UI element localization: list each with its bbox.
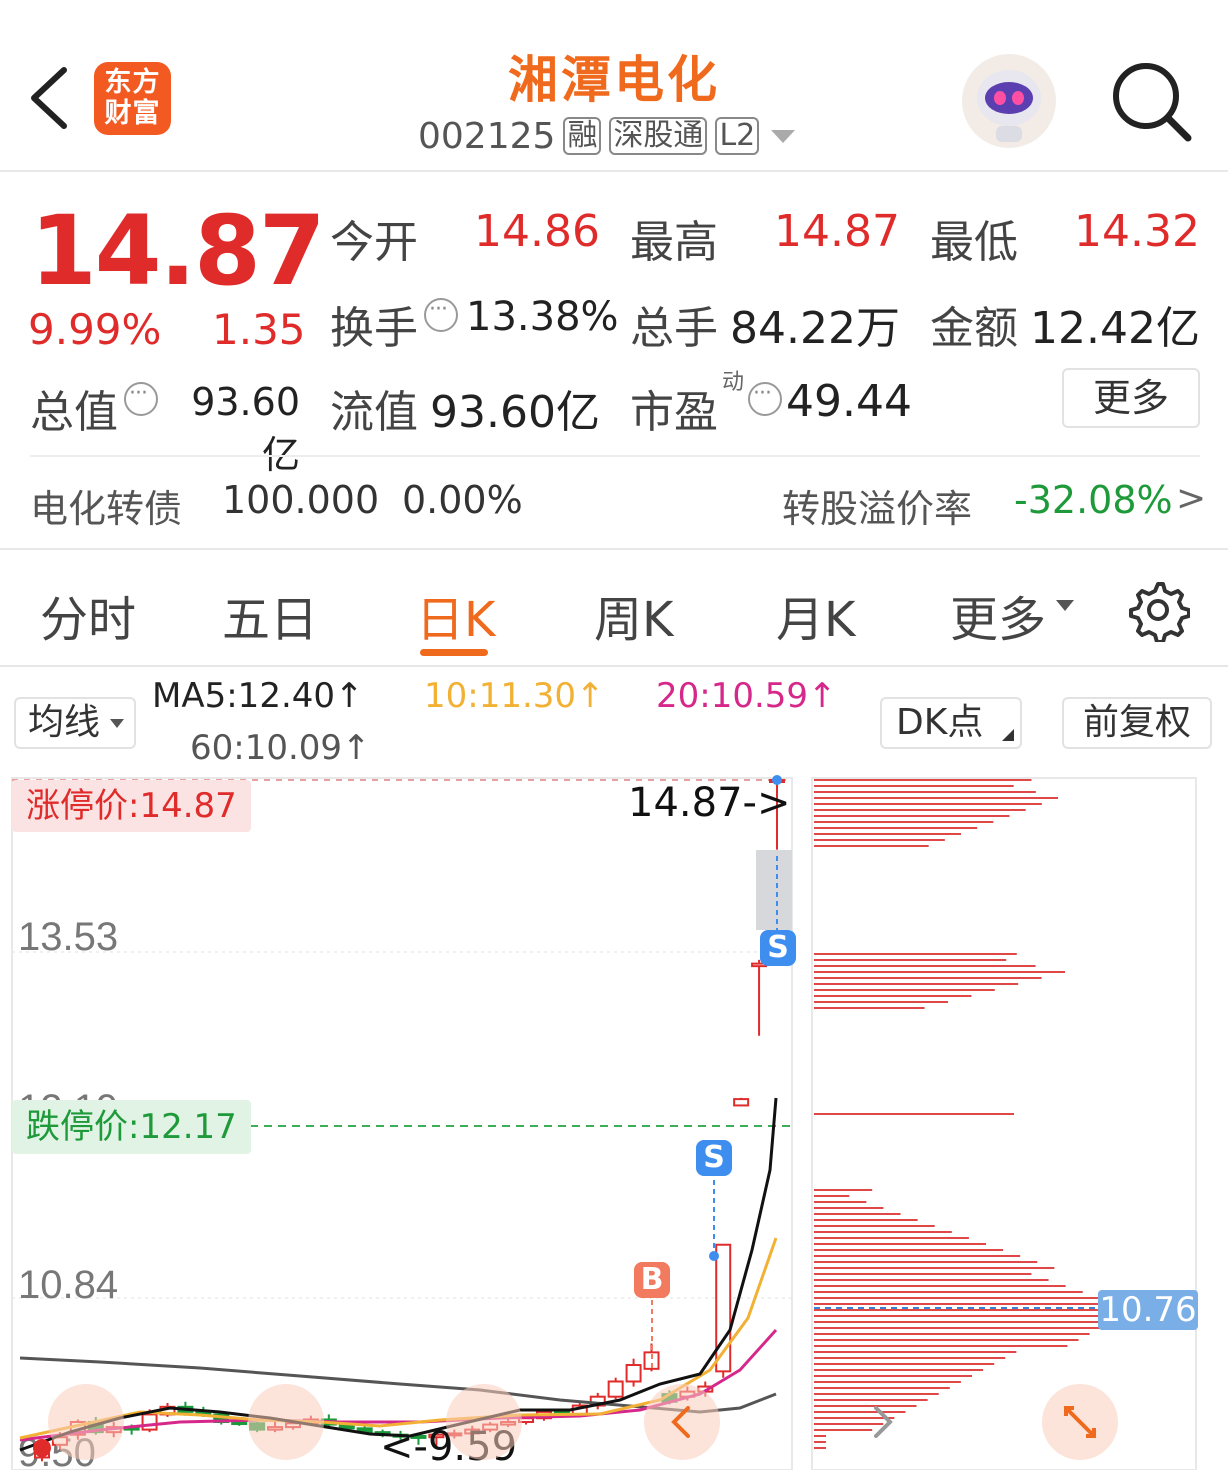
expand-icon [1064, 1406, 1096, 1438]
pe-value: 49.44 [786, 376, 912, 427]
market-cap-label: 总值 [30, 387, 118, 438]
tab-more[interactable]: 更多 [950, 580, 1046, 650]
candle-body [607, 1380, 624, 1398]
pe-dynamic-superscript: 动 [722, 370, 745, 395]
zoom-in-button[interactable] [446, 1384, 522, 1460]
convertible-bond-change: 0.00% [402, 478, 523, 522]
conversion-premium-label: 转股溢价率 [782, 487, 973, 531]
margin-tag: 融 [563, 117, 602, 155]
candle-body [231, 1421, 248, 1426]
open-label: 今开 [330, 217, 418, 268]
l2-tag: L2 [715, 117, 760, 155]
indicator-select[interactable]: 均线 [14, 697, 136, 749]
volume-profile-frame [811, 777, 1197, 1470]
zoom-out-button[interactable] [248, 1384, 324, 1460]
volume-profile [814, 779, 1134, 1449]
caret-down-icon [1056, 600, 1074, 611]
low-label: 最低 [930, 217, 1018, 268]
sell-signal-badge[interactable]: S [696, 1140, 732, 1176]
gear-icon[interactable] [1126, 578, 1190, 642]
change-percent: 9.99% [28, 305, 162, 354]
sell-signal-badge[interactable]: S [760, 930, 796, 966]
candle-body [625, 1364, 642, 1383]
amount-label: 金额 [930, 303, 1018, 354]
tab-intraday[interactable]: 分时 [40, 580, 136, 650]
more-quote-button[interactable]: 更多 [1062, 368, 1200, 428]
turnover-value: 13.38% [466, 294, 619, 340]
market-cap-value: 93.60亿 [191, 380, 300, 477]
low-value: 14.32 [1074, 206, 1200, 257]
current-day-dot [33, 1439, 51, 1457]
high-value: 14.87 [774, 206, 900, 257]
divider [0, 665, 1228, 667]
tab-weekly-k[interactable]: 周K [594, 580, 673, 650]
divider [30, 455, 1200, 457]
tab-five-day[interactable]: 五日 [222, 580, 318, 650]
ma60-value: 60:10.09↑ [190, 728, 371, 768]
ma10-value: 10:11.30↑ [424, 676, 605, 716]
conversion-premium-value: -32.08% [1014, 478, 1173, 522]
volume-value: 84.22万 [730, 303, 900, 354]
tab-monthly-k[interactable]: 月K [776, 580, 855, 650]
candle-body [733, 1098, 750, 1107]
search-icon[interactable] [1108, 58, 1194, 144]
chevron-down-icon [771, 129, 796, 143]
info-icon[interactable] [124, 381, 158, 416]
candle-body [141, 1413, 158, 1431]
y-axis-label: 10.84 [18, 1263, 118, 1307]
top-bar: 东方 财富 湘潭电化 002125 融 深股通 L2 [0, 0, 1228, 172]
change-amount: 1.35 [212, 305, 306, 354]
float-cap-label: 流值 [330, 387, 418, 438]
tab-daily-k[interactable]: 日K [416, 580, 495, 650]
convertible-bond-name[interactable]: 电化转债 [30, 478, 182, 533]
turnover-label: 换手 [330, 303, 418, 354]
dk-point-button[interactable]: DK点 [880, 697, 1022, 749]
active-tab-indicator [420, 649, 488, 656]
float-cap-value: 93.60亿 [430, 387, 600, 438]
signal-dot [709, 1251, 719, 1261]
info-icon[interactable] [748, 381, 782, 416]
highlight-band [756, 850, 792, 930]
ma5-value: MA5:12.40↑ [152, 676, 364, 716]
cost-price-label: 10.76 [1098, 1290, 1198, 1330]
ma20-value: 20:10.59↑ [656, 676, 837, 716]
scroll-left-button[interactable] [48, 1384, 124, 1460]
pe-label: 市盈 [630, 387, 718, 438]
limit-up-price-label: 涨停价:14.87 [12, 780, 251, 832]
connect-tag: 深股通 [609, 117, 708, 155]
limit-down-price-label: 跌停价:12.17 [12, 1100, 251, 1154]
chevron-left-icon [671, 1406, 690, 1438]
last-price: 14.87 [30, 195, 326, 307]
open-value: 14.86 [474, 206, 600, 257]
y-axis-label: 13.53 [18, 915, 118, 959]
high-label: 最高 [630, 217, 718, 268]
convertible-bond-price: 100.000 [222, 478, 380, 522]
divider [0, 548, 1228, 550]
high-price-marker: 14.87-> [628, 780, 791, 826]
info-icon[interactable] [424, 297, 458, 332]
forward-adjust-button[interactable]: 前复权 [1062, 697, 1212, 749]
robot-assistant-icon[interactable] [962, 54, 1056, 148]
buy-signal-badge[interactable]: B [634, 1262, 670, 1298]
chevron-right-icon[interactable] [842, 1384, 918, 1460]
volume-label: 总手 [630, 303, 718, 354]
amount-value: 12.42亿 [1030, 303, 1200, 354]
chevron-right-icon[interactable]: > [1176, 478, 1206, 519]
stock-code-line[interactable]: 002125 融 深股通 L2 [418, 114, 796, 158]
stock-code: 002125 [418, 115, 556, 157]
